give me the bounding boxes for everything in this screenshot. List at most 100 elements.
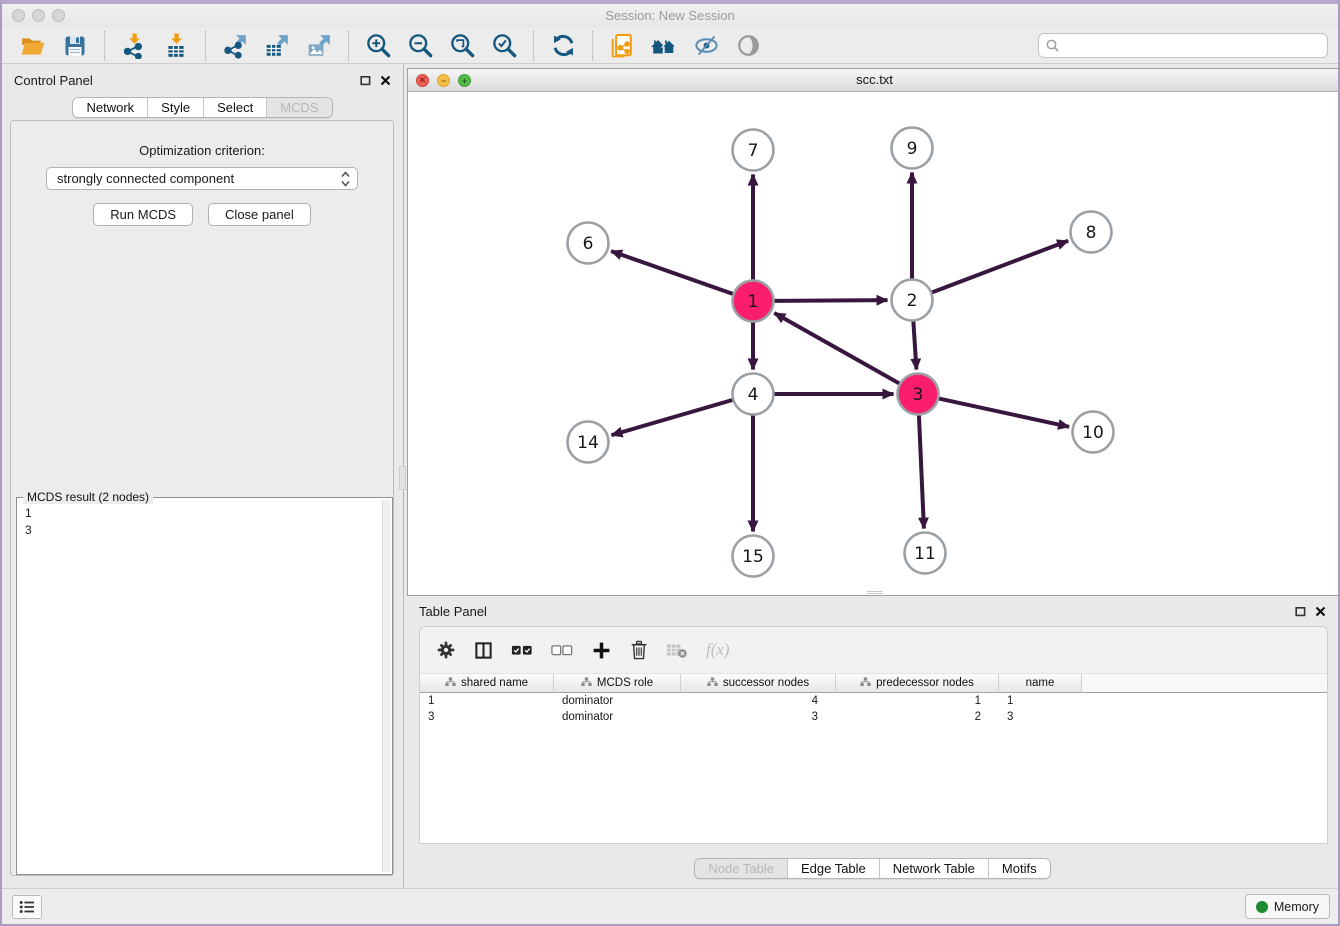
task-history-button[interactable] bbox=[12, 895, 42, 919]
close-panel-button[interactable]: Close panel bbox=[208, 203, 311, 226]
delete-column-trash-icon bbox=[630, 640, 648, 660]
zoom-selected-icon bbox=[491, 32, 518, 59]
delete-table-icon bbox=[666, 642, 688, 659]
panel-splitter-handle[interactable] bbox=[399, 466, 406, 490]
optimization-criterion-select[interactable]: strongly connected component bbox=[46, 167, 358, 190]
table-rows: 1dominator4113dominator323 bbox=[420, 693, 1327, 725]
tab-node-table[interactable]: Node Table bbox=[695, 859, 787, 878]
export-table-button[interactable] bbox=[262, 31, 292, 61]
search-field[interactable] bbox=[1038, 33, 1328, 58]
add-column-button[interactable] bbox=[591, 640, 612, 661]
export-image-button[interactable] bbox=[304, 31, 334, 61]
refresh-button[interactable] bbox=[548, 31, 578, 61]
zoom-fit-content-icon bbox=[449, 32, 476, 59]
edge-3-11[interactable] bbox=[919, 415, 924, 528]
save-session-button[interactable] bbox=[60, 31, 90, 61]
table-cell[interactable]: 1 bbox=[999, 693, 1082, 709]
toolbar-separator bbox=[104, 31, 105, 61]
column-label: predecessor nodes bbox=[876, 677, 974, 689]
zoom-out-button[interactable] bbox=[405, 31, 435, 61]
zoom-fit-content-button[interactable] bbox=[447, 31, 477, 61]
show-graphics-details-button[interactable] bbox=[733, 31, 763, 61]
tab-network[interactable]: Network bbox=[73, 98, 147, 117]
edge-1-2[interactable] bbox=[774, 300, 887, 301]
tab-style[interactable]: Style bbox=[147, 98, 203, 117]
network-window-titlebar[interactable]: ✕ − + scc.txt bbox=[408, 69, 1340, 92]
deselect-all-checkboxes-button[interactable] bbox=[551, 643, 573, 657]
mcds-result-list: 1 3 bbox=[17, 498, 392, 546]
float-table-panel-icon[interactable] bbox=[1295, 606, 1306, 617]
column-label: successor nodes bbox=[723, 677, 809, 689]
table-cell[interactable]: 3 bbox=[999, 709, 1082, 725]
table-cell[interactable]: 1 bbox=[836, 693, 999, 709]
tab-edge-table[interactable]: Edge Table bbox=[787, 859, 879, 878]
open-session-icon bbox=[20, 33, 46, 59]
node-label-11: 11 bbox=[914, 544, 936, 564]
export-network-button[interactable] bbox=[220, 31, 250, 61]
table-row[interactable]: 1dominator411 bbox=[420, 693, 1327, 709]
table-cell[interactable]: 3 bbox=[420, 709, 554, 725]
run-mcds-button[interactable]: Run MCDS bbox=[93, 203, 193, 226]
delete-table-button[interactable] bbox=[666, 642, 688, 659]
control-panel-title: Control Panel bbox=[14, 73, 360, 88]
edge-1-6[interactable] bbox=[611, 251, 733, 294]
table-panel-title: Table Panel bbox=[419, 604, 1295, 619]
result-scrollbar[interactable] bbox=[382, 500, 391, 872]
search-input[interactable] bbox=[1061, 38, 1327, 53]
column-type-icon bbox=[581, 677, 592, 690]
column-header-name[interactable]: name bbox=[999, 674, 1082, 693]
main-toolbar bbox=[2, 28, 1338, 64]
edge-2-8[interactable] bbox=[932, 241, 1068, 293]
close-table-panel-icon[interactable] bbox=[1315, 606, 1326, 617]
tab-motifs[interactable]: Motifs bbox=[988, 859, 1050, 878]
edge-2-3[interactable] bbox=[913, 321, 916, 369]
network-file-button[interactable] bbox=[607, 31, 637, 61]
close-panel-icon[interactable] bbox=[380, 75, 391, 86]
table-cell[interactable]: dominator bbox=[554, 709, 681, 725]
tab-network-table[interactable]: Network Table bbox=[879, 859, 988, 878]
column-type-icon bbox=[445, 677, 456, 690]
column-header-MCDS-role[interactable]: MCDS role bbox=[554, 674, 681, 693]
edge-3-1[interactable] bbox=[774, 313, 899, 383]
function-builder-button[interactable]: f(x) bbox=[706, 640, 730, 660]
tab-select[interactable]: Select bbox=[203, 98, 266, 117]
session-title: Session: New Session bbox=[2, 8, 1338, 23]
export-network-icon bbox=[222, 33, 248, 59]
network-window-title: scc.txt bbox=[408, 72, 1340, 87]
column-header-predecessor-nodes[interactable]: predecessor nodes bbox=[836, 674, 999, 693]
import-network-button[interactable] bbox=[119, 31, 149, 61]
network-resize-handle[interactable] bbox=[867, 591, 883, 594]
table-cell[interactable]: 1 bbox=[420, 693, 554, 709]
zoom-in-button[interactable] bbox=[363, 31, 393, 61]
home-button[interactable] bbox=[649, 31, 679, 61]
network-view-window: ✕ − + scc.txt 1234678910111415 bbox=[407, 68, 1340, 596]
zoom-out-icon bbox=[407, 32, 434, 59]
hide-graphics-details-button[interactable] bbox=[691, 31, 721, 61]
tab-mcds[interactable]: MCDS bbox=[266, 98, 331, 117]
table-cell[interactable]: dominator bbox=[554, 693, 681, 709]
search-icon bbox=[1045, 38, 1061, 54]
node-label-4: 4 bbox=[748, 385, 759, 405]
edge-3-10[interactable] bbox=[939, 399, 1069, 427]
table-cell[interactable]: 4 bbox=[681, 693, 836, 709]
delete-column-button[interactable] bbox=[630, 640, 648, 660]
open-session-button[interactable] bbox=[18, 31, 48, 61]
column-header-shared-name[interactable]: shared name bbox=[420, 674, 554, 693]
table-cell[interactable]: 2 bbox=[836, 709, 999, 725]
import-table-button[interactable] bbox=[161, 31, 191, 61]
edge-4-14[interactable] bbox=[612, 400, 733, 435]
select-all-checkboxes-button[interactable] bbox=[511, 643, 533, 657]
memory-button[interactable]: Memory bbox=[1245, 894, 1330, 919]
column-header-successor-nodes[interactable]: successor nodes bbox=[681, 674, 836, 693]
network-canvas[interactable]: 1234678910111415 bbox=[408, 92, 1340, 595]
zoom-selected-button[interactable] bbox=[489, 31, 519, 61]
status-bar: Memory bbox=[2, 888, 1338, 924]
table-row[interactable]: 3dominator323 bbox=[420, 709, 1327, 725]
node-label-7: 7 bbox=[748, 141, 759, 161]
float-panel-icon[interactable] bbox=[360, 75, 371, 86]
column-visibility-button[interactable] bbox=[474, 641, 493, 660]
table-settings-button[interactable] bbox=[436, 640, 456, 660]
main-titlebar: Session: New Session bbox=[2, 4, 1338, 28]
table-cell[interactable]: 3 bbox=[681, 709, 836, 725]
control-panel-tabs: Network Style Select MCDS bbox=[72, 97, 332, 118]
